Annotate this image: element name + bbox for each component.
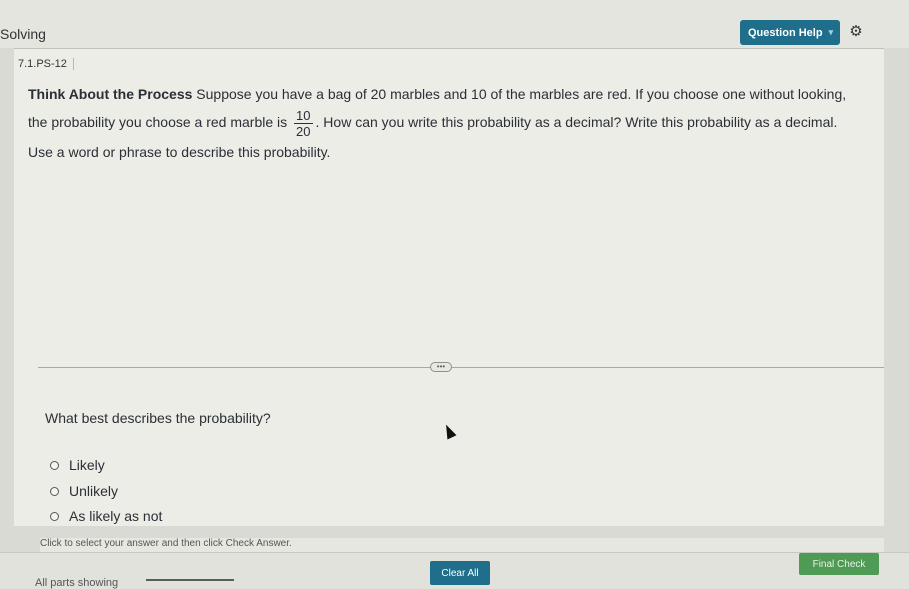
option-label: Likely [69,457,105,473]
radio-button[interactable] [50,486,59,496]
fraction-denominator: 20 [296,124,311,139]
option-label: As likely as not [69,508,163,524]
option-likely[interactable]: Likely [50,457,105,473]
option-label: Unlikely [69,483,119,499]
question-panel: 7.1.PS-12 Think About the Process Suppos… [14,48,884,526]
bottom-bar: All parts showing Clear All Final Check [0,552,909,589]
answer-prompt: What best describes the probability? [45,410,271,426]
parts-showing-label: All parts showing [35,577,119,589]
radio-button[interactable] [50,460,59,470]
question-text: Think About the Process Suppose you have… [28,59,848,166]
app-title: Solving [0,26,46,42]
parts-progress-line [146,579,234,581]
fraction-numerator: 10 [294,108,313,124]
radio-button[interactable] [50,511,59,521]
divider-handle[interactable]: ••• [430,362,452,372]
question-help-button[interactable]: Question Help ▾ [740,20,840,45]
fraction: 10 20 [294,108,313,139]
gear-icon[interactable]: ⚙ [846,22,866,42]
question-help-label: Question Help [748,26,823,39]
dropdown-arrow-icon: ▾ [828,27,834,37]
option-as-likely-as-not[interactable]: As likely as not [50,508,162,524]
option-unlikely[interactable]: Unlikely [50,483,118,499]
top-bar: Solving Question Help ▾ ⚙ [0,0,909,48]
section-divider [38,367,884,368]
instruction-text: Click to select your answer and then cli… [40,538,884,552]
clear-all-button[interactable]: Clear All [430,561,490,585]
question-lead: Think About the Process [28,86,193,102]
final-check-button[interactable]: Final Check [799,553,879,575]
